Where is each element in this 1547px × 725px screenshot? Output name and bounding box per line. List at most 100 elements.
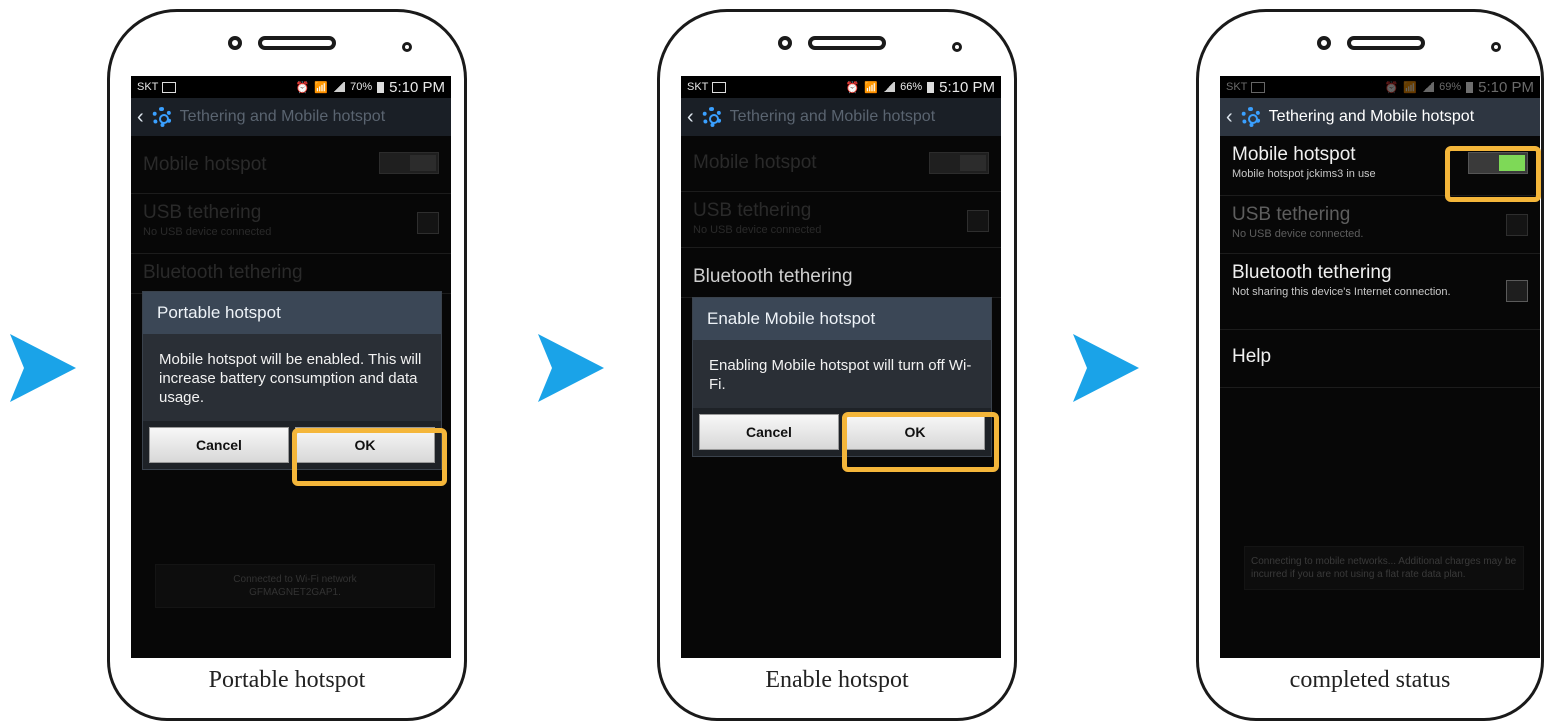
phone-2: SKT ⏰ 📶 66% 5:10 PM ‹ Tethering and Mobi… bbox=[657, 9, 1017, 721]
wifi-icon: 📶 bbox=[864, 81, 879, 94]
bluetooth-tethering-row[interactable]: Bluetooth tethering bbox=[131, 254, 451, 294]
usb-tethering-checkbox[interactable] bbox=[967, 210, 989, 232]
sensor-icon bbox=[1491, 42, 1501, 52]
usb-tethering-checkbox[interactable] bbox=[1506, 214, 1528, 236]
clock: 5:10 PM bbox=[389, 78, 445, 96]
page-title: Tethering and Mobile hotspot bbox=[179, 108, 386, 125]
image-icon bbox=[1251, 81, 1266, 93]
cancel-button[interactable]: Cancel bbox=[699, 414, 839, 450]
row-subtitle: No USB device connected bbox=[693, 224, 822, 236]
bluetooth-tethering-checkbox[interactable] bbox=[1506, 280, 1528, 302]
phone-1-screen: SKT ⏰ 📶 70% 5:10 PM ‹ Tethering and Mobi… bbox=[131, 76, 451, 658]
status-bar: SKT ⏰ 📶 70% 5:10 PM bbox=[131, 76, 451, 98]
clock: 5:10 PM bbox=[939, 78, 995, 96]
settings-list: ‹ Tethering and Mobile hotspot Mobile ho… bbox=[681, 98, 1001, 248]
next-arrow-icon bbox=[1073, 334, 1139, 402]
battery-icon bbox=[1466, 81, 1474, 93]
speaker-icon bbox=[258, 36, 336, 50]
dialog-message: Enabling Mobile hotspot will turn off Wi… bbox=[709, 357, 972, 393]
cancel-button[interactable]: Cancel bbox=[149, 427, 289, 463]
image-icon bbox=[712, 81, 727, 93]
mobile-hotspot-row[interactable]: Mobile hotspot bbox=[131, 136, 451, 194]
front-camera-icon bbox=[1317, 36, 1331, 50]
battery-label: 70% bbox=[350, 81, 373, 93]
action-bar: ‹ Tethering and Mobile hotspot bbox=[1220, 98, 1540, 136]
phone-1: SKT ⏰ 📶 70% 5:10 PM ‹ Tethering and Mobi… bbox=[107, 9, 467, 721]
signal-icon bbox=[1422, 82, 1435, 92]
alarm-icon: ⏰ bbox=[295, 81, 310, 94]
settings-gear-icon bbox=[1240, 107, 1261, 127]
alarm-icon: ⏰ bbox=[845, 81, 860, 94]
sensor-icon bbox=[402, 42, 412, 52]
back-icon[interactable]: ‹ bbox=[1226, 106, 1233, 129]
wifi-icon: 📶 bbox=[314, 81, 329, 94]
row-title: USB tethering bbox=[1232, 204, 1351, 225]
wifi-icon: 📶 bbox=[1403, 81, 1418, 94]
alarm-icon: ⏰ bbox=[1384, 81, 1399, 94]
usb-tethering-row[interactable]: USB tethering No USB device connected. bbox=[1220, 196, 1540, 254]
dialog-message: Mobile hotspot will be enabled. This wil… bbox=[159, 351, 422, 406]
row-subtitle: No USB device connected bbox=[143, 226, 272, 238]
action-bar: ‹ Tethering and Mobile hotspot bbox=[681, 98, 1001, 136]
clock: 5:10 PM bbox=[1478, 78, 1534, 96]
wifi-connection-note: Connected to Wi-Fi network GFMAGNET2GAP1… bbox=[155, 564, 435, 608]
toggle-highlight bbox=[1445, 146, 1541, 202]
carrier-label: SKT bbox=[1226, 81, 1248, 93]
front-camera-icon bbox=[228, 36, 242, 50]
page-title: Tethering and Mobile hotspot bbox=[729, 108, 936, 125]
bluetooth-tethering-row[interactable]: Bluetooth tethering bbox=[681, 258, 1001, 298]
step-caption: completed status bbox=[1289, 667, 1451, 693]
carrier-label: SKT bbox=[687, 81, 709, 93]
carrier-label: SKT bbox=[137, 81, 159, 93]
speaker-icon bbox=[1347, 36, 1425, 50]
help-row[interactable]: Help bbox=[1220, 330, 1540, 388]
bluetooth-tethering-row[interactable]: Bluetooth tethering Not sharing this dev… bbox=[1220, 254, 1540, 330]
dialog-title: Portable hotspot bbox=[143, 292, 441, 334]
action-bar: ‹ Tethering and Mobile hotspot bbox=[131, 98, 451, 136]
row-title: Bluetooth tethering bbox=[1232, 262, 1392, 283]
settings-list: ‹ Tethering and Mobile hotspot Mobile ho… bbox=[131, 98, 451, 294]
usb-tethering-row[interactable]: USB tethering No USB device connected bbox=[131, 194, 451, 254]
row-subtitle: No USB device connected. bbox=[1232, 228, 1364, 240]
back-icon[interactable]: ‹ bbox=[687, 106, 694, 129]
battery-icon bbox=[927, 81, 935, 93]
status-bar: SKT ⏰ 📶 69% 5:10 PM bbox=[1220, 76, 1540, 98]
usb-tethering-row[interactable]: USB tethering No USB device connected bbox=[681, 192, 1001, 248]
status-bar: SKT ⏰ 📶 66% 5:10 PM bbox=[681, 76, 1001, 98]
mobile-hotspot-toggle[interactable] bbox=[929, 152, 989, 174]
ok-highlight bbox=[292, 428, 447, 486]
row-title: Bluetooth tethering bbox=[693, 266, 853, 287]
battery-icon bbox=[377, 81, 385, 93]
row-title: USB tethering bbox=[143, 202, 262, 223]
mobile-hotspot-row[interactable]: Mobile hotspot bbox=[681, 136, 1001, 192]
sensor-icon bbox=[952, 42, 962, 52]
mobile-network-note: Connecting to mobile networks... Additio… bbox=[1244, 546, 1524, 590]
signal-icon bbox=[883, 82, 896, 92]
next-arrow-icon bbox=[538, 334, 604, 402]
step-caption: Portable hotspot bbox=[208, 667, 366, 693]
battery-label: 69% bbox=[1439, 81, 1462, 93]
settings-gear-icon bbox=[151, 107, 172, 127]
front-camera-icon bbox=[778, 36, 792, 50]
step-caption: Enable hotspot bbox=[765, 667, 909, 693]
page-title: Tethering and Mobile hotspot bbox=[1268, 108, 1475, 125]
row-title: Help bbox=[1232, 346, 1272, 367]
back-icon[interactable]: ‹ bbox=[137, 106, 144, 129]
speaker-icon bbox=[808, 36, 886, 50]
phone-2-screen: SKT ⏰ 📶 66% 5:10 PM ‹ Tethering and Mobi… bbox=[681, 76, 1001, 658]
usb-tethering-checkbox[interactable] bbox=[417, 212, 439, 234]
settings-gear-icon bbox=[701, 107, 722, 127]
row-title: USB tethering bbox=[693, 200, 812, 221]
dialog-title: Enable Mobile hotspot bbox=[693, 298, 991, 340]
signal-icon bbox=[333, 82, 346, 92]
next-arrow-icon bbox=[10, 334, 76, 402]
ok-highlight bbox=[842, 412, 999, 472]
note-line: Connected to Wi-Fi network bbox=[233, 574, 357, 585]
battery-label: 66% bbox=[900, 81, 923, 93]
phone-3: SKT ⏰ 📶 69% 5:10 PM ‹ Tethering and Mobi… bbox=[1196, 9, 1544, 721]
network-name: GFMAGNET2GAP1. bbox=[249, 587, 341, 598]
row-title: Bluetooth tethering bbox=[143, 262, 303, 283]
mobile-hotspot-toggle[interactable] bbox=[379, 152, 439, 174]
image-icon bbox=[162, 81, 177, 93]
row-subtitle: Not sharing this device's Internet conne… bbox=[1232, 286, 1451, 298]
